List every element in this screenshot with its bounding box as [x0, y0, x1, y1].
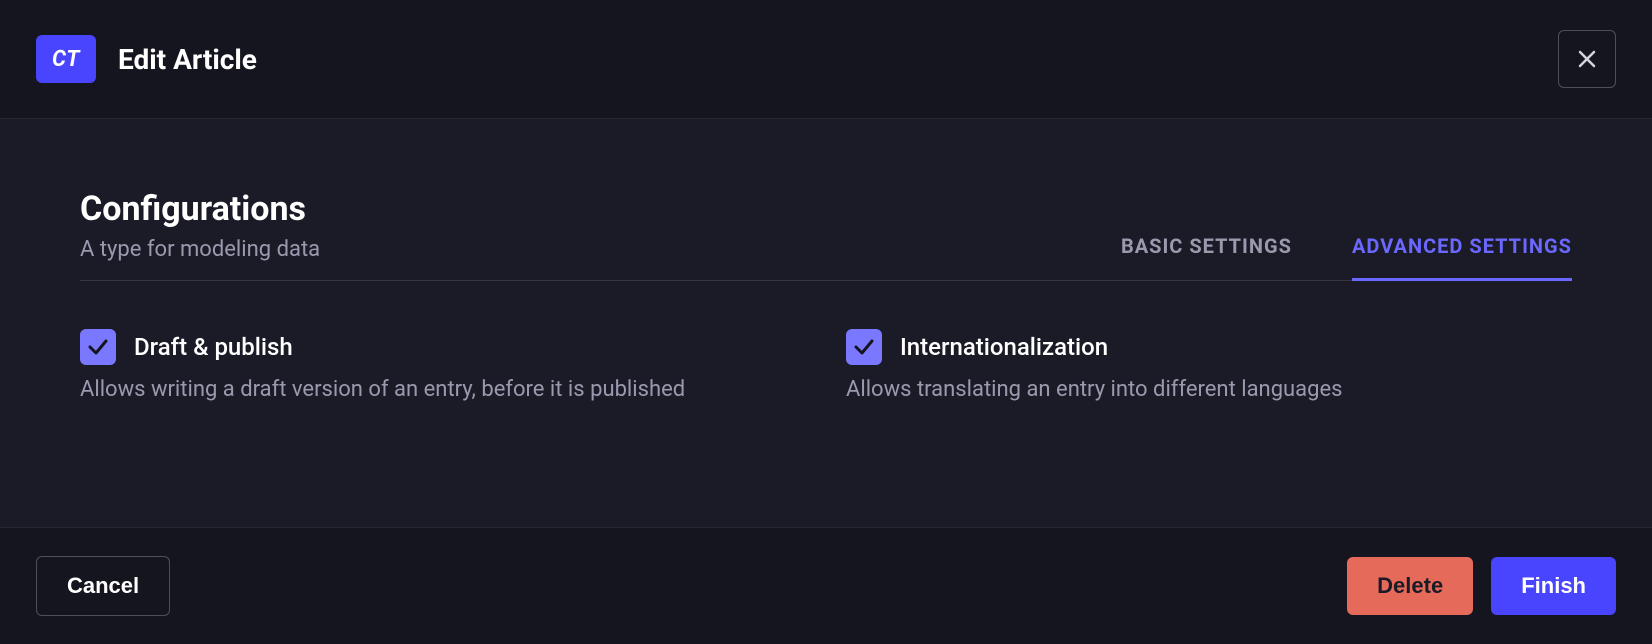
delete-button[interactable]: Delete: [1347, 557, 1473, 615]
edit-article-modal: CT Edit Article Configurations A type fo…: [0, 0, 1652, 644]
check-icon: [86, 335, 110, 359]
checkbox-internationalization[interactable]: [846, 329, 882, 365]
finish-button[interactable]: Finish: [1491, 557, 1616, 615]
option-row: Internationalization: [846, 329, 1572, 365]
option-row: Draft & publish: [80, 329, 806, 365]
tab-advanced-settings[interactable]: ADVANCED SETTINGS: [1352, 216, 1572, 281]
tab-basic-settings[interactable]: BASIC SETTINGS: [1121, 216, 1292, 281]
content-type-badge: CT: [36, 35, 96, 83]
footer-right: Delete Finish: [1347, 557, 1616, 615]
option-label-draft: Draft & publish: [134, 333, 293, 361]
cancel-button[interactable]: Cancel: [36, 556, 170, 616]
config-subtitle: A type for modeling data: [80, 237, 320, 262]
tabs: BASIC SETTINGS ADVANCED SETTINGS: [1121, 216, 1572, 280]
options-grid: Draft & publish Allows writing a draft v…: [80, 329, 1572, 402]
modal-title: Edit Article: [118, 43, 257, 76]
option-draft-publish: Draft & publish Allows writing a draft v…: [80, 329, 806, 402]
modal-footer: Cancel Delete Finish: [0, 527, 1652, 644]
option-desc-i18n: Allows translating an entry into differe…: [846, 377, 1572, 402]
config-heading: Configurations A type for modeling data: [80, 189, 320, 280]
header-left: CT Edit Article: [36, 35, 257, 83]
close-button[interactable]: [1558, 30, 1616, 88]
option-label-i18n: Internationalization: [900, 333, 1108, 361]
close-icon: [1575, 47, 1599, 71]
check-icon: [852, 335, 876, 359]
config-header-row: Configurations A type for modeling data …: [80, 189, 1572, 281]
config-title: Configurations: [80, 189, 320, 229]
modal-header: CT Edit Article: [0, 0, 1652, 119]
option-internationalization: Internationalization Allows translating …: [846, 329, 1572, 402]
option-desc-draft: Allows writing a draft version of an ent…: [80, 377, 806, 402]
checkbox-draft-publish[interactable]: [80, 329, 116, 365]
modal-body: Configurations A type for modeling data …: [0, 119, 1652, 527]
